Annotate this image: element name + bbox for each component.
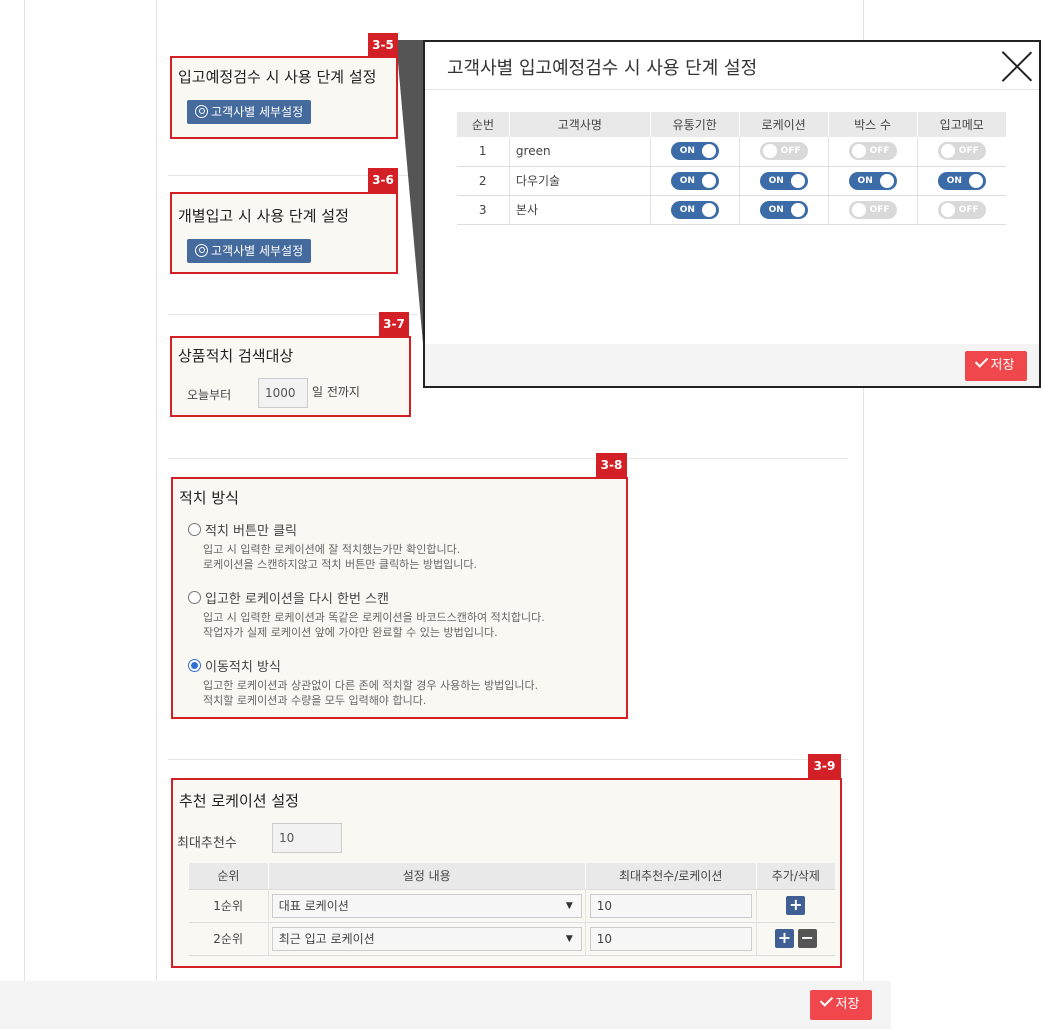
table-row: 2 다우기술 ON ON ON ON — [456, 166, 1006, 196]
column-header: 고객사명 — [508, 112, 651, 137]
putaway-option-radio[interactable] — [188, 591, 201, 604]
column-header: 최대추천수/로케이션 — [584, 863, 757, 890]
column-header: 입고메모 — [916, 112, 1006, 137]
customer-name: green — [508, 137, 651, 167]
section-title: 입고예정검수 시 사용 단계 설정 — [178, 68, 377, 86]
putaway-option-label[interactable]: 입고한 로케이션을 다시 한번 스캔 — [205, 588, 389, 607]
max-recommend-label: 최대추천수 — [177, 836, 237, 851]
left-border-line — [24, 0, 25, 985]
rank-cell: 2순위 — [188, 922, 269, 956]
table-row: 1순위 대표 로케이션 ▼ 10 + — [188, 889, 835, 923]
toggle-switch[interactable]: OFF — [937, 142, 986, 161]
customer-toggle-table: 순번 고객사명 유통기한 로케이션 박스 수 입고메모 1 green ON O… — [456, 112, 1006, 225]
section-badge: 3-6 — [368, 168, 398, 192]
column-header: 유통기한 — [649, 112, 740, 137]
putaway-option-desc: 입고한 로케이션과 상관없이 다른 존에 적치할 경우 사용하는 방법입니다. — [203, 679, 539, 692]
customer-name: 다우기술 — [508, 166, 651, 196]
content-left-line — [156, 0, 157, 985]
max-per-location-input[interactable]: 10 — [589, 926, 752, 951]
column-header: 로케이션 — [738, 112, 829, 137]
toggle-switch[interactable]: OFF — [937, 200, 986, 219]
caret-down-icon: ▼ — [565, 900, 573, 911]
setting-select[interactable]: 최근 입고 로케이션 ▼ — [271, 926, 582, 951]
toggle-switch[interactable]: ON — [759, 200, 808, 219]
section-badge: 3-7 — [379, 312, 409, 336]
rank-cell: 1순위 — [188, 889, 269, 923]
toggle-switch[interactable]: OFF — [848, 142, 897, 161]
toggle-switch[interactable]: ON — [759, 171, 808, 190]
section-box-3-6: 개별입고 시 사용 단계 설정 고객사별 세부설정 — [170, 192, 398, 274]
putaway-option-label[interactable]: 적치 버튼만 클릭 — [205, 520, 297, 539]
putaway-option-desc: 입고 시 입력한 로케이션과 똑같은 로케이션을 바코드스캔하여 적치합니다. — [203, 611, 545, 624]
section-badge: 3-9 — [808, 754, 841, 778]
check-icon — [819, 993, 833, 1007]
section-box-3-8: 적치 방식 적치 버튼만 클릭 입고 시 입력한 로케이션에 잘 적치했는가만 … — [171, 477, 628, 719]
section-title: 추천 로케이션 설정 — [179, 792, 299, 810]
column-header: 순위 — [188, 863, 269, 890]
modal-header-divider — [425, 89, 1039, 90]
toggle-switch[interactable]: OFF — [848, 200, 897, 219]
customer-detail-button[interactable]: 고객사별 세부설정 — [187, 239, 312, 263]
putaway-option-desc: 적치할 로케이션과 수량을 모두 입력해야 합니다. — [203, 694, 427, 707]
column-header: 추가/삭제 — [755, 863, 835, 890]
max-recommend-input[interactable]: 10 — [272, 823, 342, 853]
footer-bar — [0, 981, 891, 1029]
range-prefix-label: 오늘부터 — [187, 388, 232, 402]
table-row: 2순위 최근 입고 로케이션 ▼ 10 + − — [188, 922, 835, 956]
plus-icon[interactable]: + — [774, 929, 794, 948]
customer-name: 본사 — [508, 195, 651, 225]
section-title: 상품적치 검색대상 — [178, 347, 294, 365]
modal-title: 고객사별 입고예정검수 시 사용 단계 설정 — [447, 58, 758, 79]
modal-footer — [425, 344, 1039, 386]
plus-icon[interactable]: + — [786, 896, 806, 915]
row-number: 2 — [456, 166, 510, 196]
section-title: 개별입고 시 사용 단계 설정 — [178, 207, 349, 225]
toggle-switch[interactable]: ON — [670, 171, 719, 190]
section-title: 적치 방식 — [179, 489, 239, 507]
column-header: 박스 수 — [827, 112, 918, 137]
check-icon — [974, 354, 988, 368]
minus-icon[interactable]: − — [797, 929, 817, 948]
column-header: 설정 내용 — [267, 863, 586, 890]
customer-detail-button[interactable]: 고객사별 세부설정 — [187, 100, 312, 124]
setting-select[interactable]: 대표 로케이션 ▼ — [271, 893, 582, 918]
toggle-switch[interactable]: ON — [670, 200, 719, 219]
putaway-option-desc: 로케이션을 스캔하지않고 적치 버튼만 클릭하는 방법입니다. — [203, 558, 477, 571]
column-header: 순번 — [456, 112, 510, 137]
caret-down-icon: ▼ — [565, 933, 573, 944]
section-separator — [168, 458, 848, 459]
putaway-option-label[interactable]: 이동적치 방식 — [205, 656, 281, 675]
putaway-option-desc: 입고 시 입력한 로케이션에 잘 적치했는가만 확인합니다. — [203, 543, 461, 556]
modal-save-button[interactable]: 저장 — [965, 351, 1027, 381]
close-icon[interactable] — [1001, 50, 1033, 82]
toggle-switch[interactable]: OFF — [759, 142, 808, 161]
table-row: 1 green ON OFF OFF OFF — [456, 137, 1006, 167]
customer-settings-modal: 고객사별 입고예정검수 시 사용 단계 설정 순번 고객사명 유통기한 로케이션… — [423, 40, 1041, 388]
putaway-option-radio-selected[interactable] — [188, 659, 201, 672]
save-button[interactable]: 저장 — [810, 990, 872, 1020]
section-separator — [168, 759, 848, 760]
toggle-switch[interactable]: ON — [937, 171, 986, 190]
user-circle-icon — [195, 244, 208, 257]
range-suffix-label: 일 전까지 — [312, 385, 360, 399]
row-number: 3 — [456, 195, 510, 225]
max-per-location-input[interactable]: 10 — [589, 893, 752, 918]
toggle-switch[interactable]: ON — [670, 142, 719, 161]
user-circle-icon — [195, 105, 208, 118]
section-box-3-7: 상품적치 검색대상 오늘부터 1000 일 전까지 — [170, 336, 411, 417]
row-number: 1 — [456, 137, 510, 167]
section-box-3-5: 입고예정검수 시 사용 단계 설정 고객사별 세부설정 — [170, 56, 398, 139]
search-days-input[interactable]: 1000 — [258, 378, 308, 408]
section-badge: 3-5 — [368, 33, 398, 57]
section-badge: 3-8 — [596, 453, 627, 477]
recommend-table: 순위 설정 내용 최대추천수/로케이션 추가/삭제 1순위 대표 로케이션 ▼ 1… — [188, 863, 835, 956]
table-row: 3 본사 ON ON OFF OFF — [456, 195, 1006, 225]
toggle-switch[interactable]: ON — [848, 171, 897, 190]
putaway-option-radio[interactable] — [188, 523, 201, 536]
section-box-3-9: 추천 로케이션 설정 최대추천수 10 순위 설정 내용 최대추천수/로케이션 … — [171, 778, 842, 968]
putaway-option-desc: 작업자가 실제 로케이션 앞에 가야만 완료할 수 있는 방법입니다. — [203, 626, 498, 639]
